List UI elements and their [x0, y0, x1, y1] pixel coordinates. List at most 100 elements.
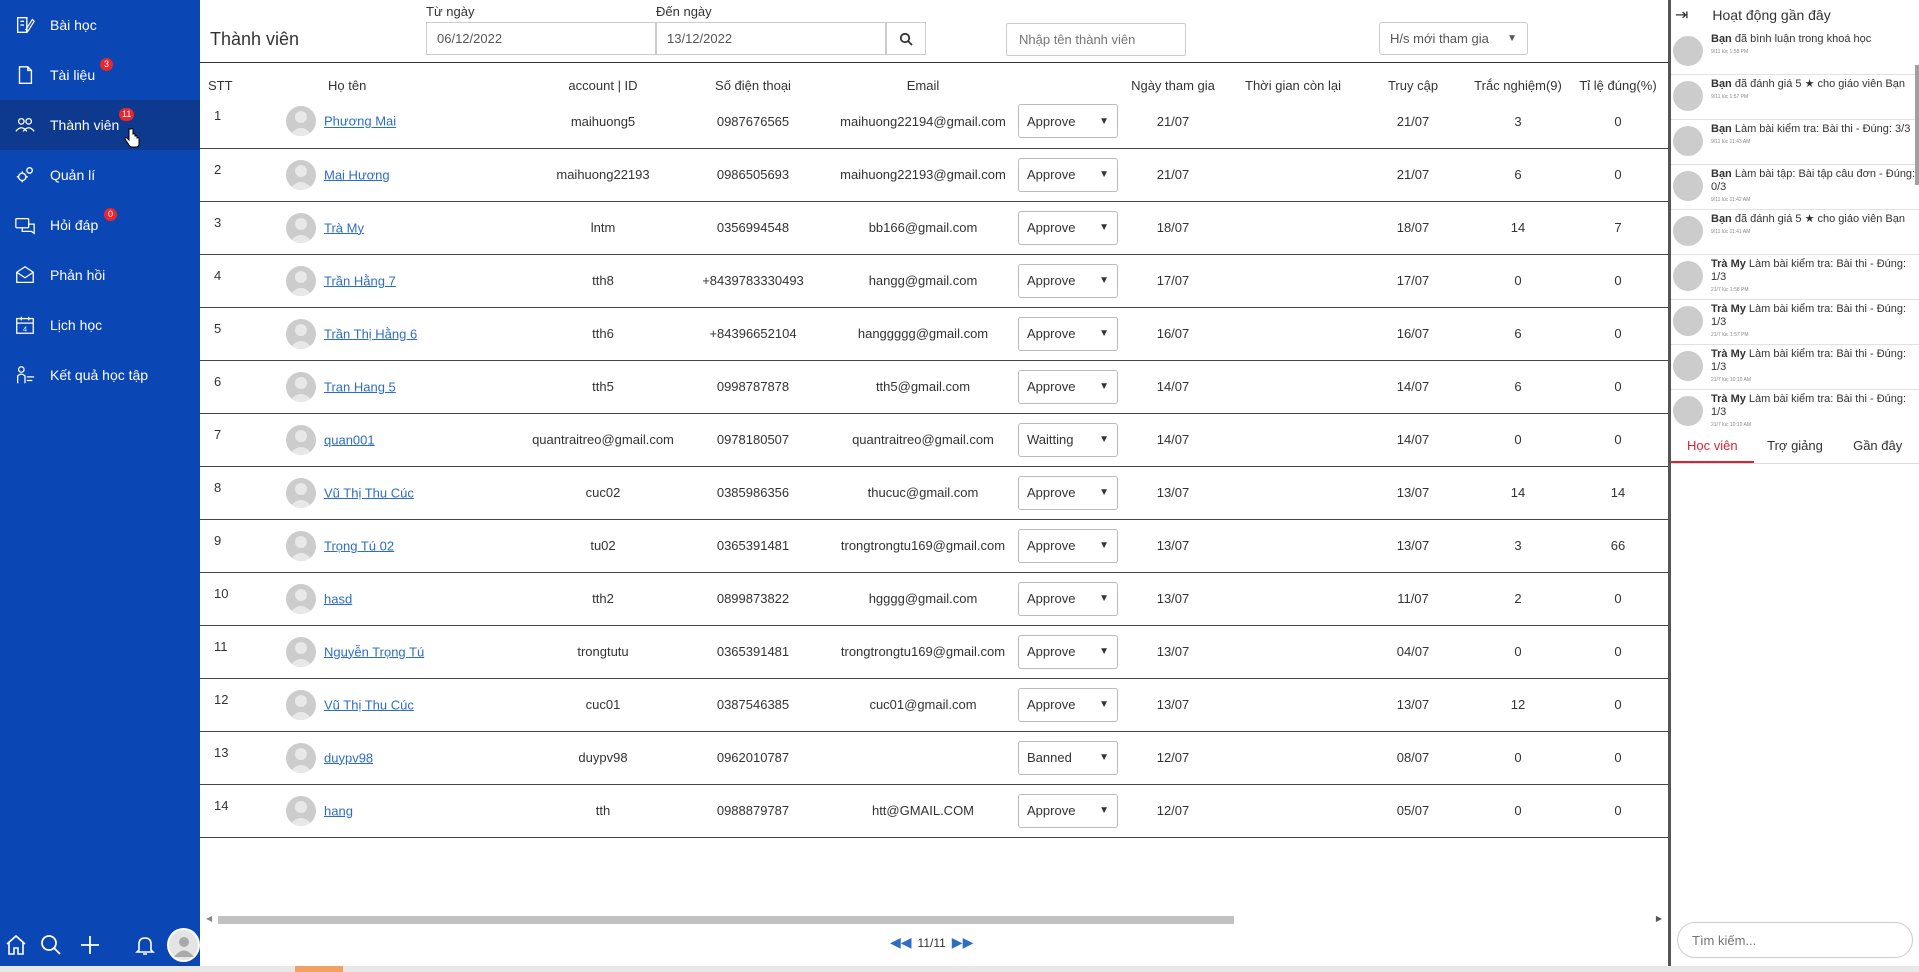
member-name-link[interactable]: Mai Hương — [324, 167, 390, 182]
sidebar-item[interactable]: Hỏi đáp 0 — [0, 200, 200, 250]
sidebar-item[interactable]: Tài liệu 3 — [0, 50, 200, 100]
cell-ratio: 0 — [1568, 625, 1668, 679]
prev-page-icon[interactable]: ◀◀ — [890, 934, 912, 951]
status-select[interactable]: Approve ▼ — [1018, 687, 1118, 722]
table-header-row: STT Họ tên account | ID Số điện thoại Email N… — [200, 63, 1668, 95]
sidebar-item[interactable]: Kết quả học tập — [0, 350, 200, 400]
cell-remaining — [1228, 254, 1358, 308]
activity-item[interactable]: Bạn đã đánh giá 5 ★ cho giáo viên Bạn 9/1… — [1671, 75, 1919, 120]
cell-email: thucuc@gmail.com — [828, 466, 1018, 520]
status-select[interactable]: Approve ▼ — [1018, 157, 1118, 192]
sidebar-item[interactable]: Phản hồi — [0, 250, 200, 300]
horizontal-scrollbar-thumb[interactable] — [218, 916, 1234, 924]
sidebar-item[interactable]: Bài học — [0, 0, 200, 50]
activity-scrollbar[interactable] — [1915, 65, 1919, 185]
sidebar-item[interactable]: Thành viên 11 — [0, 100, 200, 150]
status-select[interactable]: Waitting ▼ — [1018, 422, 1118, 457]
status-select[interactable]: Approve ▼ — [1018, 104, 1118, 139]
status-select[interactable]: Approve ▼ — [1018, 581, 1118, 616]
search-icon[interactable] — [39, 932, 64, 958]
plus-icon[interactable] — [78, 932, 103, 958]
cell-account: trongtutu — [528, 625, 678, 679]
column-header: Trắc nghiệm(9) — [1474, 78, 1562, 93]
panel-tab[interactable]: Học viên — [1671, 430, 1754, 463]
status-select[interactable]: Approve ▼ — [1018, 528, 1118, 563]
table-row: 4 Trần Hằng 7 tth8 +8439783330493 hangg@gmai… — [200, 254, 1668, 308]
activity-item[interactable]: Trà My Làm bài kiểm tra: Bài thi - Đúng:… — [1671, 255, 1919, 300]
status-select[interactable]: Approve ▼ — [1018, 475, 1118, 510]
avatar — [286, 106, 316, 137]
column-header: Email — [906, 78, 940, 93]
activity-item[interactable]: Trà My Làm bài kiểm tra: Bài thi - Đúng:… — [1671, 390, 1919, 430]
collapse-panel-icon[interactable]: ⇥ — [1675, 5, 1688, 25]
cell-quiz: 6 — [1468, 148, 1568, 202]
cell-access: 11/07 — [1358, 572, 1468, 626]
cell-name: Trần Thị Hằng 6 — [238, 307, 528, 361]
cell-remaining — [1228, 95, 1358, 149]
status-select[interactable]: Banned ▼ — [1018, 740, 1118, 775]
avatar — [286, 530, 316, 561]
activity-item[interactable]: Bạn Làm bài kiểm tra: Bài thi - Đúng: 3/… — [1671, 120, 1919, 165]
member-name-link[interactable]: hang — [324, 803, 353, 818]
status-select[interactable]: Approve ▼ — [1018, 793, 1118, 828]
status-select[interactable]: Approve ▼ — [1018, 263, 1118, 298]
member-name-link[interactable]: Trần Thị Hằng 6 — [324, 326, 417, 341]
activity-item[interactable]: Trà My Làm bài kiểm tra: Bài thi - Đúng:… — [1671, 300, 1919, 345]
cell-account: maihuong5 — [528, 95, 678, 149]
activity-item[interactable]: Bạn đã bình luận trong khoá học 9/11 lúc … — [1671, 30, 1919, 75]
filter-select[interactable]: H/s mới tham gia ▼ — [1379, 22, 1528, 55]
panel-tab[interactable]: Trợ giảng — [1754, 430, 1837, 463]
cell-account: duypv98 — [528, 731, 678, 785]
member-name-link[interactable]: Vũ Thị Thu Cúc — [324, 485, 414, 500]
panel-search-input[interactable] — [1677, 922, 1913, 958]
scroll-left-arrow-icon[interactable]: ◀ — [206, 914, 212, 923]
member-name-link[interactable]: Trần Hằng 7 — [324, 273, 396, 288]
avatar[interactable] — [167, 928, 200, 962]
bell-icon[interactable] — [132, 932, 157, 958]
activity-item[interactable]: Bạn đã đánh giá 5 ★ cho giáo viên Bạn 9/1… — [1671, 210, 1919, 255]
search-button[interactable] — [886, 22, 926, 55]
activity-item[interactable]: Bạn Làm bài tập: Bài tập câu đơn - Đúng:… — [1671, 165, 1919, 210]
sidebar-item[interactable]: Quản lí — [0, 150, 200, 200]
cell-phone: 0385986356 — [678, 466, 828, 520]
chevron-down-icon: ▼ — [1099, 434, 1109, 445]
sidebar-item[interactable]: 4 Lịch học — [0, 300, 200, 350]
member-name-link[interactable]: Vũ Thị Thu Cúc — [324, 697, 414, 712]
from-date-input[interactable] — [426, 22, 656, 55]
avatar — [286, 583, 316, 614]
member-name-link[interactable]: Tran Hang 5 — [324, 379, 396, 394]
cell-access: 13/07 — [1358, 519, 1468, 573]
member-name-link[interactable]: Phương Mai — [324, 114, 396, 129]
status-select[interactable]: Approve ▼ — [1018, 210, 1118, 245]
cell-joined: 21/07 — [1118, 95, 1228, 149]
member-search-input[interactable] — [1006, 23, 1186, 56]
status-select[interactable]: Approve ▼ — [1018, 369, 1118, 404]
cell-ratio: 0 — [1568, 307, 1668, 361]
sidebar: Bài học Tài liệu 3 Thành viên 11 Quản lí Hỏi đ… — [0, 0, 200, 972]
scroll-right-arrow-icon[interactable]: ▶ — [1656, 914, 1662, 923]
member-name-link[interactable]: duypv98 — [324, 750, 373, 765]
cell-name: Vũ Thị Thu Cúc — [238, 678, 528, 732]
member-name-link[interactable]: Nguyễn Trọng Tú — [324, 644, 424, 659]
avatar — [1673, 396, 1703, 426]
next-page-icon[interactable]: ▶▶ — [952, 934, 974, 951]
to-date-input[interactable] — [656, 22, 886, 55]
chevron-down-icon: ▼ — [1099, 169, 1109, 180]
cell-name: Trà My — [238, 201, 528, 255]
member-name-link[interactable]: Trọng Tú 02 — [324, 538, 394, 553]
status-select[interactable]: Approve ▼ — [1018, 316, 1118, 351]
cell-phone: +84396652104 — [678, 307, 828, 361]
table-row: 7 quan001 quantraitreo@gmail.com 0978180507… — [200, 413, 1668, 467]
member-name-link[interactable]: hasd — [324, 591, 352, 606]
horizontal-scrollbar[interactable]: ◀ ▶ — [206, 912, 1662, 926]
member-name-link[interactable]: Trà My — [324, 220, 364, 235]
status-select[interactable]: Approve ▼ — [1018, 634, 1118, 669]
member-name-link[interactable]: quan001 — [324, 432, 375, 447]
panel-tab[interactable]: Gần đây — [1836, 430, 1919, 463]
avatar — [286, 424, 316, 455]
avatar — [286, 212, 316, 243]
home-icon[interactable] — [4, 932, 29, 958]
activity-item[interactable]: Trà My Làm bài kiểm tra: Bài thi - Đúng:… — [1671, 345, 1919, 390]
activity-text: Trà My Làm bài kiểm tra: Bài thi - Đúng:… — [1711, 258, 1917, 296]
cell-stt: 13 — [200, 731, 238, 785]
